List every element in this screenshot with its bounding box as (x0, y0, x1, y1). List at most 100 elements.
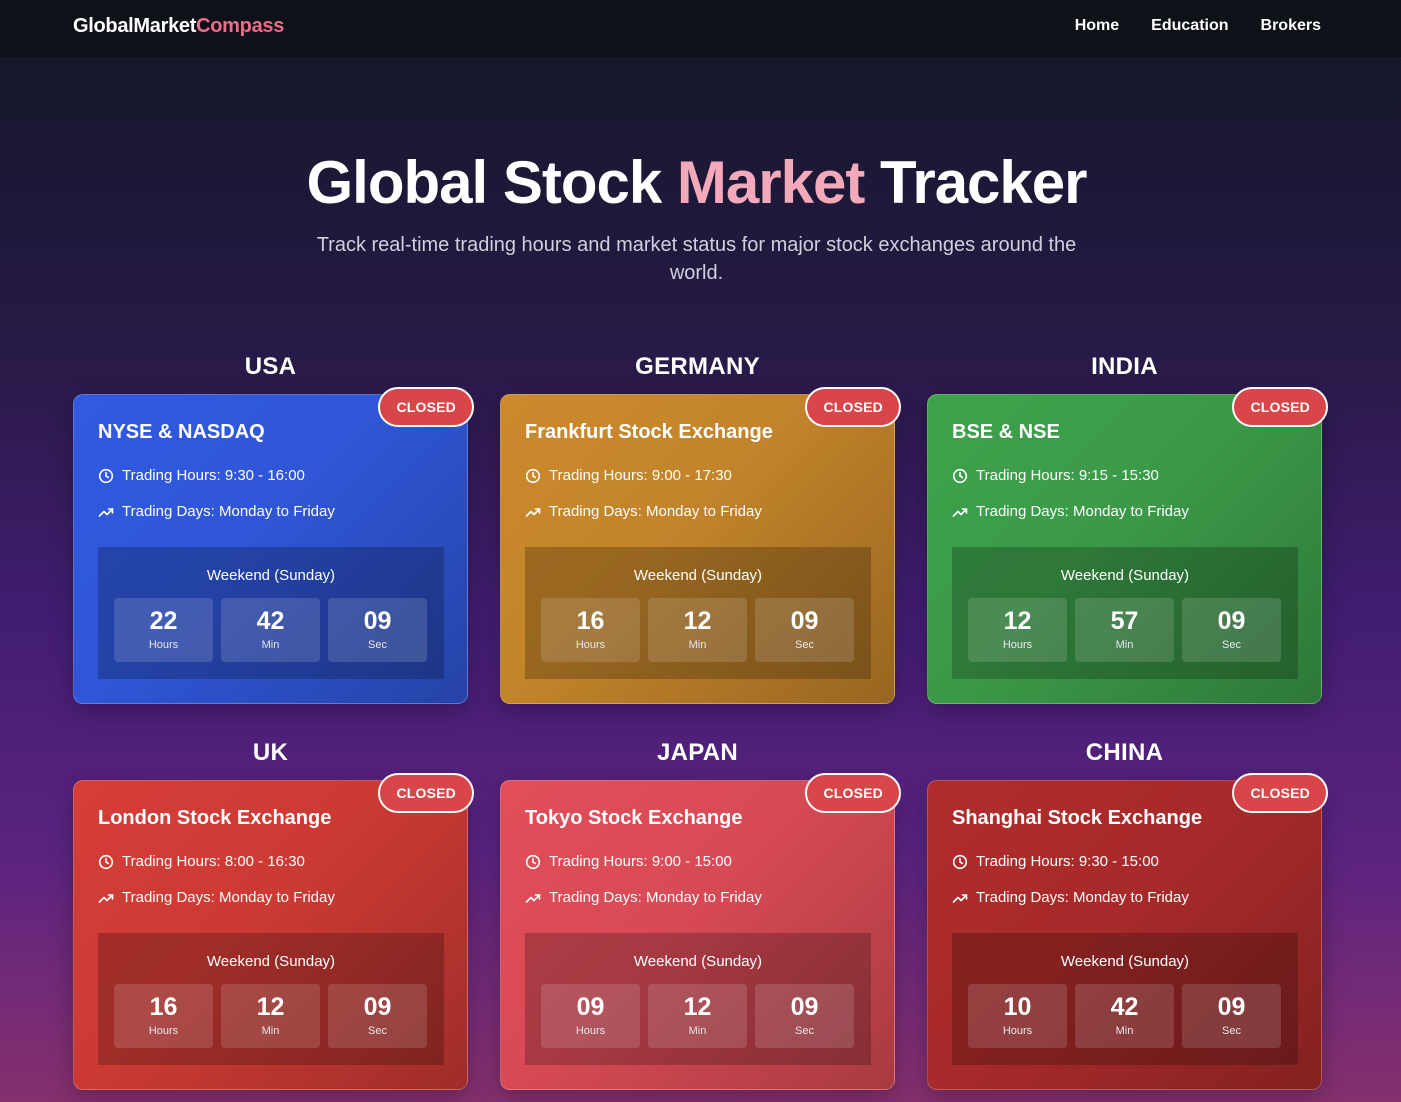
countdown-seconds: 09 Sec (1182, 984, 1281, 1048)
status-badge: CLOSED (378, 773, 474, 813)
market-card[interactable]: CLOSED Shanghai Stock Exchange Trading Hou… (927, 773, 1328, 1090)
countdown-boxes: 22 Hours 42 Min 09 Sec (114, 598, 427, 662)
countdown-minutes: 42 Min (221, 598, 320, 662)
countdown-seconds: 09 Sec (1182, 598, 1281, 662)
countdown-seconds-value: 09 (1217, 993, 1246, 1021)
countdown-minutes-value: 42 (1110, 993, 1139, 1021)
countdown-hours: 12 Hours (968, 598, 1067, 662)
countdown-minutes: 12 Min (648, 598, 747, 662)
page-title-accent: Market (676, 149, 865, 216)
exchange-name: Shanghai Stock Exchange (952, 807, 1203, 829)
trading-hours-row: Trading Hours: 9:15 - 15:30 (952, 467, 1159, 484)
countdown-seconds-value: 09 (363, 993, 392, 1021)
countdown-panel: Weekend (Sunday) 16 Hours 12 Min 09 Sec (525, 547, 871, 679)
countdown-panel: Weekend (Sunday) 22 Hours 42 Min 09 Sec (98, 547, 444, 679)
countdown-seconds-unit: Sec (368, 1025, 387, 1037)
countdown-minutes: 42 Min (1075, 984, 1174, 1048)
countdown-seconds-unit: Sec (368, 639, 387, 651)
nav-link-brokers[interactable]: Brokers (1261, 17, 1321, 35)
countdown-label: Weekend (Sunday) (633, 953, 763, 970)
countdown-minutes-value: 12 (683, 607, 712, 635)
clock-icon (525, 854, 541, 869)
status-badge: CLOSED (1232, 387, 1328, 427)
trending-up-icon (952, 893, 968, 903)
countdown-hours: 16 Hours (541, 598, 640, 662)
countdown-seconds: 09 Sec (328, 598, 427, 662)
brand-accent: Compass (196, 15, 285, 37)
nav-link-education[interactable]: Education (1151, 17, 1228, 35)
country-heading: UK (252, 739, 289, 766)
countdown-seconds-value: 09 (363, 607, 392, 635)
trending-up-icon (952, 507, 968, 517)
countdown-hours-value: 10 (1003, 993, 1032, 1021)
countdown-minutes-unit: Min (688, 1025, 707, 1037)
countdown-label: Weekend (Sunday) (1060, 953, 1190, 970)
country-heading: JAPAN (656, 739, 739, 766)
trading-days-text: Trading Days: Monday to Friday (976, 503, 1189, 520)
countdown-hours-value: 12 (1003, 607, 1032, 635)
market-card[interactable]: CLOSED Frankfurt Stock Exchange Trading Ho… (500, 387, 901, 704)
countdown-minutes-unit: Min (1115, 1025, 1134, 1037)
market-card[interactable]: CLOSED London Stock Exchange Trading Hours… (73, 773, 474, 1090)
countdown-panel: Weekend (Sunday) 16 Hours 12 Min 09 Sec (98, 933, 444, 1065)
market-column: USA CLOSED NYSE & NASDAQ Trading Hours: 9:3… (73, 352, 474, 704)
trending-up-icon (98, 893, 114, 903)
page-title: Global Stock Market Tracker (0, 148, 1393, 217)
countdown-seconds: 09 Sec (328, 984, 427, 1048)
trading-hours-text: Trading Hours: 9:30 - 15:00 (976, 853, 1159, 870)
trading-hours-text: Trading Hours: 9:00 - 15:00 (549, 853, 732, 870)
countdown-label: Weekend (Sunday) (1060, 567, 1190, 584)
market-card[interactable]: CLOSED BSE & NSE Trading Hours: 9:15 - 15:… (927, 387, 1328, 704)
countdown-seconds-value: 09 (790, 993, 819, 1021)
countdown-minutes-value: 12 (256, 993, 285, 1021)
nav-link-home[interactable]: Home (1075, 17, 1119, 35)
countdown-minutes-unit: Min (261, 639, 280, 651)
clock-icon (952, 854, 968, 869)
countdown-minutes-unit: Min (688, 639, 707, 651)
market-card[interactable]: CLOSED Tokyo Stock Exchange Trading Hours:… (500, 773, 901, 1090)
brand-logo[interactable]: GlobalMarketCompass (73, 15, 284, 38)
exchange-name: BSE & NSE (952, 421, 1060, 443)
trading-hours-row: Trading Hours: 8:00 - 16:30 (98, 853, 305, 870)
trending-up-icon (98, 507, 114, 517)
countdown-hours-unit: Hours (148, 1025, 179, 1037)
market-column: GERMANY CLOSED Frankfurt Stock Exchange Tra… (500, 352, 901, 704)
trading-days-row: Trading Days: Monday to Friday (98, 889, 335, 906)
countdown-panel: Weekend (Sunday) 09 Hours 12 Min 09 Sec (525, 933, 871, 1065)
trading-hours-row: Trading Hours: 9:00 - 15:00 (525, 853, 732, 870)
countdown-minutes: 57 Min (1075, 598, 1174, 662)
countdown-label: Weekend (Sunday) (633, 567, 763, 584)
countdown-hours-unit: Hours (575, 1025, 606, 1037)
countdown-minutes-unit: Min (1115, 639, 1134, 651)
countdown-seconds-value: 09 (1217, 607, 1246, 635)
countdown-hours-value: 22 (149, 607, 178, 635)
countdown-seconds: 09 Sec (755, 598, 854, 662)
exchange-name: NYSE & NASDAQ (98, 421, 265, 443)
status-badge: CLOSED (805, 387, 901, 427)
countdown-seconds-value: 09 (790, 607, 819, 635)
countdown-seconds-unit: Sec (795, 1025, 814, 1037)
countdown-label: Weekend (Sunday) (206, 953, 336, 970)
countdown-minutes: 12 Min (221, 984, 320, 1048)
countdown-minutes-unit: Min (261, 1025, 280, 1037)
countdown-hours: 16 Hours (114, 984, 213, 1048)
countdown-hours-unit: Hours (148, 639, 179, 651)
market-card[interactable]: CLOSED NYSE & NASDAQ Trading Hours: 9:30 -… (73, 387, 474, 704)
countdown-panel: Weekend (Sunday) 10 Hours 42 Min 09 Sec (952, 933, 1298, 1065)
trading-days-text: Trading Days: Monday to Friday (549, 889, 762, 906)
trading-hours-text: Trading Hours: 9:00 - 17:30 (549, 467, 732, 484)
exchange-name: Tokyo Stock Exchange (525, 807, 743, 829)
market-column: INDIA CLOSED BSE & NSE Trading Hours: 9:15 … (927, 352, 1328, 704)
trading-days-row: Trading Days: Monday to Friday (525, 889, 762, 906)
countdown-boxes: 16 Hours 12 Min 09 Sec (541, 598, 854, 662)
countdown-seconds-unit: Sec (1222, 1025, 1241, 1037)
status-badge: CLOSED (378, 387, 474, 427)
countdown-minutes-value: 12 (683, 993, 712, 1021)
trading-days-text: Trading Days: Monday to Friday (122, 889, 335, 906)
countdown-hours-value: 16 (149, 993, 178, 1021)
trading-hours-row: Trading Hours: 9:30 - 15:00 (952, 853, 1159, 870)
countdown-boxes: 09 Hours 12 Min 09 Sec (541, 984, 854, 1048)
trading-days-row: Trading Days: Monday to Friday (525, 503, 762, 520)
exchange-name: Frankfurt Stock Exchange (525, 421, 773, 443)
page-title-part2: Tracker (864, 149, 1088, 216)
